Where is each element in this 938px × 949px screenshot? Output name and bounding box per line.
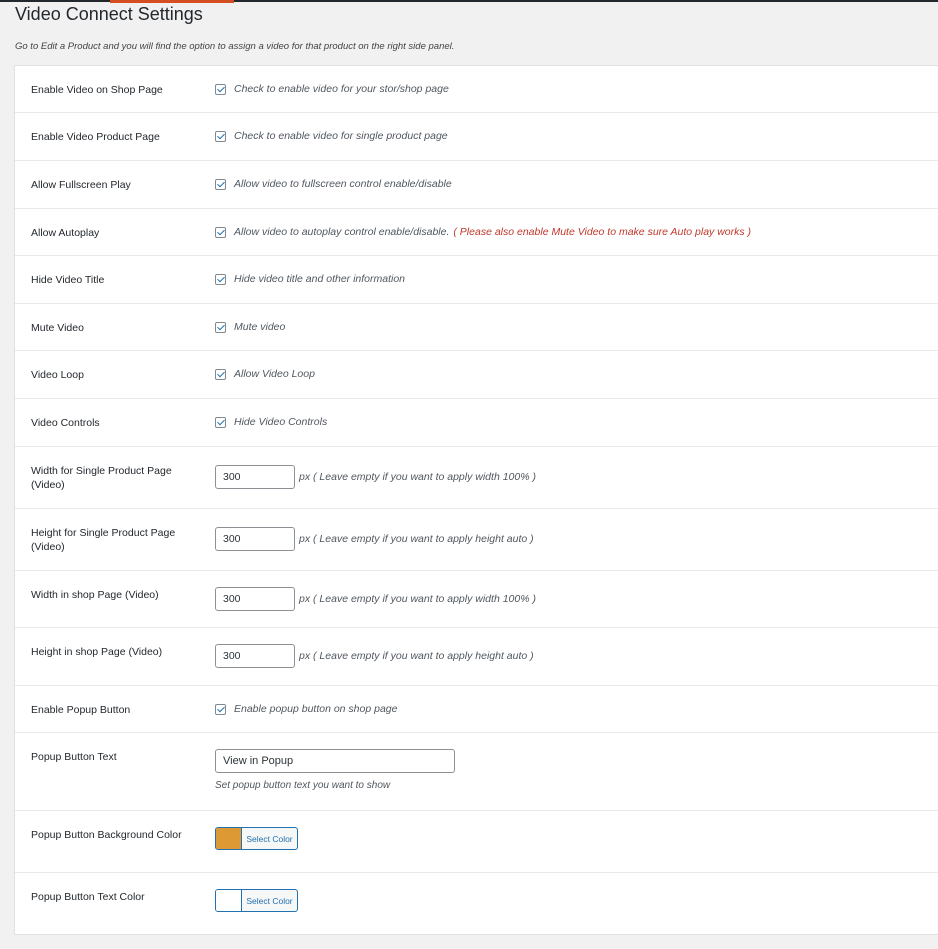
setting-label: Hide Video Title	[31, 274, 105, 286]
select-color-label: Select Color	[246, 895, 293, 906]
setting-row-hide-title: Hide Video Title Hide video title and ot…	[15, 256, 938, 304]
setting-row-mute: Mute Video Mute video	[15, 304, 938, 351]
fullscreen-checkbox[interactable]	[215, 178, 226, 190]
select-color-label: Select Color	[246, 833, 293, 844]
active-menu-indicator	[110, 0, 234, 3]
unit-label: px	[299, 650, 311, 662]
loop-checkbox[interactable]	[215, 368, 226, 380]
popup-text-input[interactable]	[215, 749, 455, 773]
setting-label: Popup Button Text Color	[31, 891, 145, 903]
setting-row-width-shop: Width in shop Page (Video) px ( Leave em…	[15, 571, 938, 628]
setting-description: Set popup button text you want to show	[215, 780, 391, 791]
setting-row-popup-bg: Popup Button Background Color Select Col…	[15, 811, 938, 873]
setting-label: Video Controls	[31, 417, 100, 429]
popup-bg-field: Select Color	[215, 827, 298, 850]
width-shop-field: px ( Leave empty if you want to apply wi…	[215, 587, 536, 611]
unit-hint: px ( Leave empty if you want to apply wi…	[299, 593, 536, 605]
setting-description: Hide Video Controls	[234, 416, 328, 428]
popup-text-color-picker[interactable]: Select Color	[215, 889, 298, 912]
enable-product-field: Check to enable video for single product…	[215, 130, 448, 142]
controls-checkbox[interactable]	[215, 416, 226, 428]
page-description: Go to Edit a Product and you will find t…	[15, 41, 455, 52]
width-single-input[interactable]	[215, 465, 295, 489]
setting-row-height-shop: Height in shop Page (Video) px ( Leave e…	[15, 628, 938, 686]
popup-enable-checkbox[interactable]	[215, 703, 226, 715]
setting-row-fullscreen: Allow Fullscreen Play Allow video to ful…	[15, 161, 938, 209]
setting-row-autoplay: Allow Autoplay Allow video to autoplay c…	[15, 209, 938, 256]
unit-hint: px ( Leave empty if you want to apply he…	[299, 650, 534, 662]
setting-label: Allow Autoplay	[31, 227, 100, 239]
setting-description: Check to enable video for single product…	[234, 130, 448, 142]
popup-text-field: Set popup button text you want to show	[215, 749, 455, 791]
loop-field: Allow Video Loop	[215, 368, 315, 380]
popup-color-field: Select Color	[215, 889, 298, 912]
height-single-input[interactable]	[215, 527, 295, 551]
hint-text: ( Leave empty if you want to apply heigh…	[313, 533, 534, 545]
unit-hint: px ( Leave empty if you want to apply wi…	[299, 471, 536, 483]
popup-enable-field: Enable popup button on shop page	[215, 703, 397, 715]
setting-description: Hide video title and other information	[234, 273, 406, 285]
setting-row-enable-shop: Enable Video on Shop Page Check to enabl…	[15, 66, 938, 113]
setting-label: Enable Popup Button	[31, 704, 131, 716]
autoplay-checkbox[interactable]	[215, 226, 226, 238]
hint-text: ( Leave empty if you want to apply heigh…	[313, 650, 534, 662]
popup-bg-color-picker[interactable]: Select Color	[215, 827, 298, 850]
hide-title-field: Hide video title and other information	[215, 273, 405, 285]
setting-row-popup-text: Popup Button Text Set popup button text …	[15, 733, 938, 811]
color-swatch	[216, 890, 242, 911]
width-shop-input[interactable]	[215, 587, 295, 611]
setting-row-height-single: Height for Single Product Page (Video) p…	[15, 509, 938, 571]
mute-checkbox[interactable]	[215, 321, 226, 333]
setting-label: Enable Video Product Page	[31, 131, 160, 143]
setting-description: Check to enable video for your stor/shop…	[234, 83, 449, 95]
autoplay-field: Allow video to autoplay control enable/d…	[215, 226, 751, 238]
setting-label: Allow Fullscreen Play	[31, 179, 131, 191]
hint-text: ( Leave empty if you want to apply width…	[313, 593, 536, 605]
setting-label: Width for Single Product Page (Video)	[31, 465, 172, 491]
unit-label: px	[299, 471, 311, 483]
setting-label: Popup Button Text	[31, 751, 117, 763]
setting-description: Enable popup button on shop page	[234, 703, 398, 715]
setting-description: Allow video to fullscreen control enable…	[234, 178, 452, 190]
setting-row-enable-product: Enable Video Product Page Check to enabl…	[15, 113, 938, 161]
setting-row-loop: Video Loop Allow Video Loop	[15, 351, 938, 399]
enable-shop-checkbox[interactable]	[215, 83, 226, 95]
enable-product-checkbox[interactable]	[215, 130, 226, 142]
setting-description: Allow video to autoplay control enable/d…	[234, 226, 450, 238]
setting-description: Allow Video Loop	[234, 368, 315, 380]
height-single-field: px ( Leave empty if you want to apply he…	[215, 527, 534, 551]
mute-field: Mute video	[215, 321, 285, 333]
setting-description: Mute video	[234, 321, 286, 333]
setting-row-popup-enable: Enable Popup Button Enable popup button …	[15, 686, 938, 733]
setting-label: Mute Video	[31, 322, 84, 334]
setting-label: Width in shop Page (Video)	[31, 589, 159, 601]
width-single-field: px ( Leave empty if you want to apply wi…	[215, 465, 536, 489]
setting-label: Height in shop Page (Video)	[31, 646, 163, 658]
setting-row-width-single: Width for Single Product Page (Video) px…	[15, 447, 938, 509]
controls-field: Hide Video Controls	[215, 416, 327, 428]
settings-panel: Enable Video on Shop Page Check to enabl…	[14, 65, 938, 935]
page-title: Video Connect Settings	[15, 4, 203, 24]
setting-label: Popup Button Background Color	[31, 829, 182, 841]
setting-row-controls: Video Controls Hide Video Controls	[15, 399, 938, 447]
hide-title-checkbox[interactable]	[215, 273, 226, 285]
height-shop-input[interactable]	[215, 644, 295, 668]
height-shop-field: px ( Leave empty if you want to apply he…	[215, 644, 534, 668]
unit-hint: px ( Leave empty if you want to apply he…	[299, 533, 534, 545]
unit-label: px	[299, 533, 311, 545]
setting-label: Video Loop	[31, 369, 84, 381]
setting-label: Height for Single Product Page (Video)	[31, 527, 176, 553]
setting-label: Enable Video on Shop Page	[31, 84, 163, 96]
color-swatch	[216, 828, 242, 849]
enable-shop-field: Check to enable video for your stor/shop…	[215, 83, 449, 95]
hint-text: ( Leave empty if you want to apply width…	[313, 471, 536, 483]
fullscreen-field: Allow video to fullscreen control enable…	[215, 178, 452, 190]
autoplay-warning: ( Please also enable Mute Video to make …	[453, 226, 752, 238]
setting-row-popup-color: Popup Button Text Color Select Color	[15, 873, 938, 935]
unit-label: px	[299, 593, 311, 605]
